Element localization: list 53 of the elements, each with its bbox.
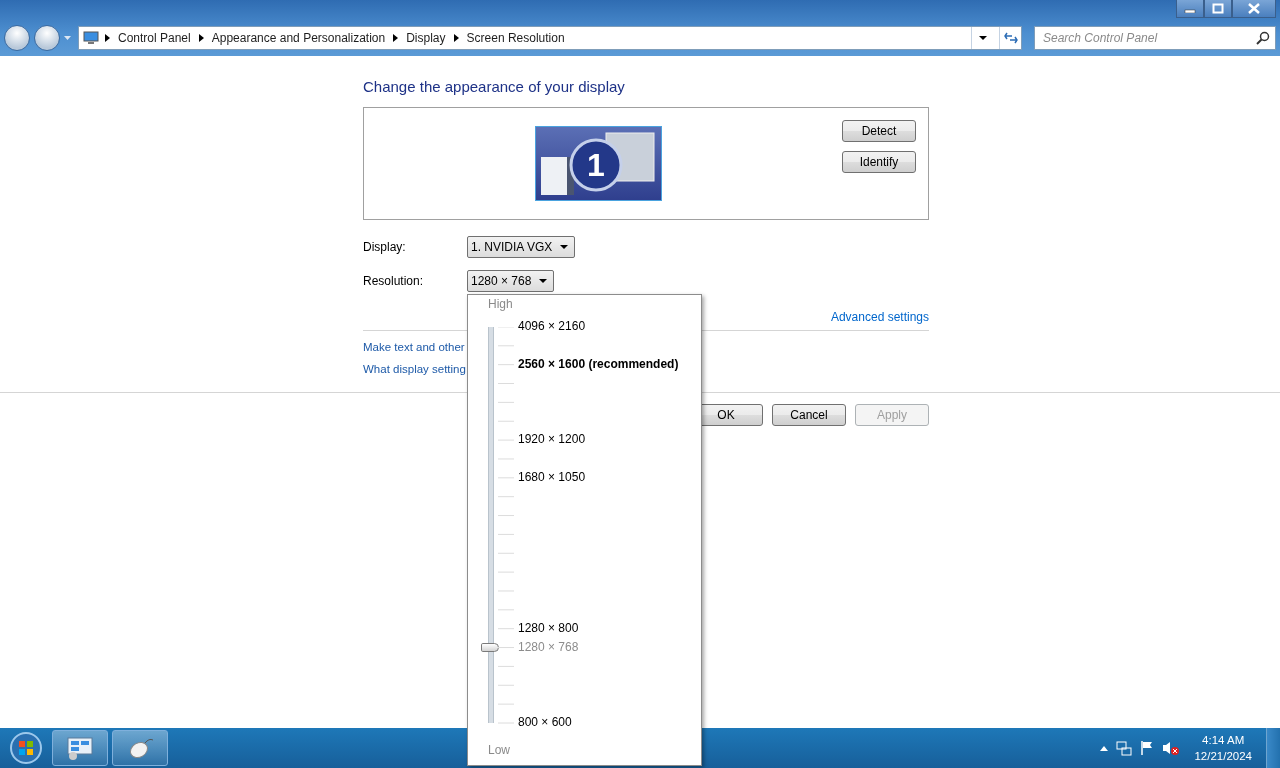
- muted-speaker-icon[interactable]: [1162, 740, 1181, 756]
- page-heading: Change the appearance of your display: [363, 78, 626, 95]
- chevron-icon: [198, 34, 204, 42]
- resolution-dropdown[interactable]: 1280 × 768: [467, 270, 555, 292]
- clock[interactable]: 4:14 AM 12/21/2024: [1188, 732, 1258, 764]
- restore-icon: [1212, 3, 1224, 14]
- slider-thumb[interactable]: [481, 642, 499, 652]
- caret-icon: [539, 279, 548, 283]
- resolution-option[interactable]: 800 × 600: [518, 715, 572, 729]
- search-input[interactable]: Search Control Panel: [1035, 31, 1256, 45]
- resolution-option[interactable]: 1680 × 1050: [518, 469, 586, 484]
- help-link[interactable]: Make text and other: [363, 341, 465, 353]
- refresh-icon[interactable]: [999, 27, 1021, 49]
- tick-marks-icon: [498, 327, 516, 725]
- monitor-drawing: 1: [535, 126, 662, 201]
- high-label: High: [488, 297, 513, 311]
- resolution-option[interactable]: 1280 × 800: [518, 620, 579, 635]
- forward-button[interactable]: [34, 25, 60, 51]
- help-link[interactable]: What display setting: [363, 363, 466, 375]
- field-label: Resolution:: [363, 274, 425, 288]
- preview-button[interactable]: Identify: [842, 151, 916, 173]
- dialog-button[interactable]: Cancel: [772, 404, 846, 426]
- mouse-taskbar-icon[interactable]: [112, 730, 168, 766]
- advanced-settings-link[interactable]: Advanced settings: [830, 310, 929, 324]
- minimize-button[interactable]: [1176, 0, 1204, 18]
- breadcrumb-item[interactable]: Display: [404, 31, 448, 45]
- breadcrumb-item[interactable]: Appearance and Personalization: [209, 31, 388, 45]
- breadcrumb-item[interactable]: Control Panel: [116, 31, 193, 45]
- restore-button[interactable]: [1204, 0, 1232, 18]
- monitor-icon: [83, 31, 99, 45]
- close-button[interactable]: [1232, 0, 1276, 18]
- chevron-icon: [453, 34, 459, 42]
- search-icon: [1256, 31, 1270, 45]
- control-panel-taskbar-icon[interactable]: [52, 730, 108, 766]
- low-label: Low: [488, 743, 510, 757]
- search-field[interactable]: Search Control Panel: [1034, 26, 1276, 50]
- back-button[interactable]: [4, 25, 30, 51]
- breadcrumb-item[interactable]: Screen Resolution: [464, 31, 567, 45]
- network-icon[interactable]: [1116, 740, 1133, 756]
- flag-icon[interactable]: [1140, 740, 1155, 756]
- caret-icon: [560, 245, 569, 249]
- resolution-option[interactable]: 2560 × 1600 (recommended): [518, 356, 679, 371]
- display-dropdown[interactable]: 1. NVIDIA VGX: [467, 236, 576, 258]
- resolution-option[interactable]: 1920 × 1200: [518, 432, 586, 447]
- history-dropdown-icon[interactable]: [64, 34, 72, 42]
- field-label: Display:: [363, 240, 407, 254]
- preview-button[interactable]: Detect: [842, 120, 916, 142]
- address-bar[interactable]: Control Panel Appearance and Personalization Display Screen Resolution: [78, 26, 1022, 50]
- close-icon: [1248, 3, 1260, 14]
- chevron-icon: [393, 34, 399, 42]
- resolution-option[interactable]: 4096 × 2160: [518, 318, 586, 333]
- tray-expand-icon[interactable]: [1100, 745, 1109, 751]
- chevron-icon: [105, 34, 110, 42]
